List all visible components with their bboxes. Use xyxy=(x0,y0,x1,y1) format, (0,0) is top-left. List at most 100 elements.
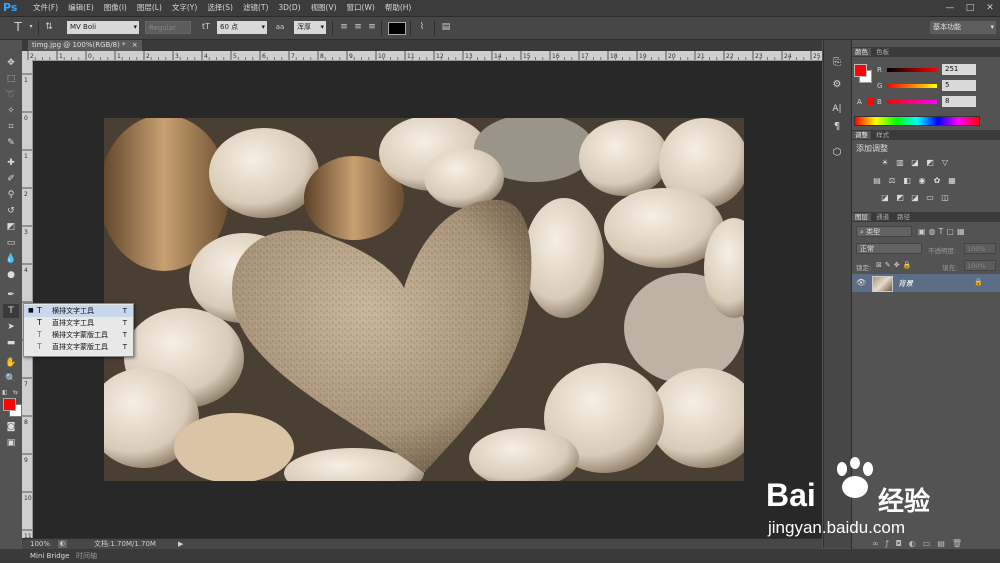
history-panel-icon[interactable]: ⎘ xyxy=(830,56,844,70)
tab-paths[interactable]: 路径 xyxy=(894,213,913,221)
document-image[interactable] xyxy=(104,118,744,481)
color-panel-foreground-swatch[interactable] xyxy=(854,64,867,77)
close-tab-icon[interactable]: × xyxy=(132,41,138,49)
channel-slider-b[interactable] xyxy=(887,100,937,104)
crop-tool-icon[interactable]: ⌗ xyxy=(3,120,19,134)
menu-image[interactable]: 图像(I) xyxy=(99,0,132,16)
blend-mode-select[interactable]: 正常 xyxy=(856,243,922,254)
maximize-button[interactable]: □ xyxy=(964,3,976,13)
menu-filter[interactable]: 滤镜(T) xyxy=(238,0,273,16)
opacity-field[interactable]: 100% xyxy=(964,243,996,254)
channel-value-r[interactable]: 251 xyxy=(942,64,976,75)
exposure-icon[interactable]: ◩ xyxy=(925,158,935,167)
workspace-select[interactable]: 基本功能 ▾ xyxy=(930,21,996,34)
dodge-tool-icon[interactable]: ● xyxy=(3,268,19,282)
character-panel-icon[interactable]: A| xyxy=(830,102,844,116)
toggle-orientation-icon[interactable]: ⇅ xyxy=(43,21,55,33)
menu-3d[interactable]: 3D(D) xyxy=(273,0,305,16)
marquee-tool-icon[interactable]: ⬚ xyxy=(3,72,19,86)
menu-help[interactable]: 帮助(H) xyxy=(380,0,417,16)
history-brush-tool-icon[interactable]: ↺ xyxy=(3,204,19,218)
gamut-color-chip[interactable] xyxy=(867,98,874,105)
flyout-item-horizontal-type-mask[interactable]: T 横排文字蒙版工具 T xyxy=(24,329,133,341)
close-button[interactable]: ✕ xyxy=(984,3,996,13)
font-size-select[interactable]: 60 点 ▾ xyxy=(217,21,267,34)
layer-filter-icons[interactable]: ▣◍T▢▦ xyxy=(918,227,968,236)
quick-mask-icon[interactable]: ◙ xyxy=(3,420,19,434)
selective-color-icon[interactable]: ◫ xyxy=(940,193,950,202)
channel-value-g[interactable]: 5 xyxy=(942,80,976,91)
type-tool-icon[interactable]: T xyxy=(3,304,19,318)
preset-dropdown-icon[interactable]: ▾ xyxy=(25,21,37,33)
channel-slider-g[interactable] xyxy=(887,84,937,88)
menu-edit[interactable]: 编辑(E) xyxy=(63,0,99,16)
color-spectrum-bar[interactable] xyxy=(854,116,980,126)
flyout-item-horizontal-type[interactable]: ■ T 横排文字工具 T xyxy=(24,305,133,317)
photo-filter-icon[interactable]: ◉ xyxy=(917,176,927,185)
swap-colors-icon[interactable]: ⇆ xyxy=(13,389,18,396)
lock-icons[interactable]: ⊠✎✥🔒 xyxy=(876,261,914,269)
default-colors-icon[interactable]: ◧ xyxy=(2,389,8,396)
visibility-eye-icon[interactable]: 👁 xyxy=(856,278,866,287)
gradient-tool-icon[interactable]: ▭ xyxy=(3,236,19,250)
threshold-icon[interactable]: ◪ xyxy=(910,193,920,202)
eraser-tool-icon[interactable]: ◩ xyxy=(3,220,19,234)
tab-channels[interactable]: 通道 xyxy=(873,213,892,221)
lasso-tool-icon[interactable]: ➰ xyxy=(3,88,19,102)
brush-tool-icon[interactable]: ✐ xyxy=(3,172,19,186)
actions-panel-icon[interactable]: ⚙ xyxy=(830,78,844,92)
brightness-contrast-icon[interactable]: ☀ xyxy=(880,158,890,167)
black-white-icon[interactable]: ◧ xyxy=(902,176,912,185)
color-lookup-icon[interactable]: ▦ xyxy=(947,176,957,185)
layer-filter-select[interactable]: ⌕ 类型 xyxy=(856,226,912,237)
curves-icon[interactable]: ◪ xyxy=(910,158,920,167)
channel-slider-r[interactable] xyxy=(887,68,937,72)
menu-window[interactable]: 窗口(W) xyxy=(342,0,380,16)
paragraph-panel-icon[interactable]: ¶ xyxy=(830,120,844,134)
text-color-swatch[interactable] xyxy=(388,22,406,35)
levels-icon[interactable]: ▥ xyxy=(895,158,905,167)
layer-row[interactable]: 👁 背景 🔒 xyxy=(852,274,1000,292)
move-tool-icon[interactable]: ✥ xyxy=(3,56,19,70)
type-tool-preset-icon[interactable]: T xyxy=(12,21,24,33)
hue-saturation-icon[interactable]: ▤ xyxy=(872,176,882,185)
tab-styles[interactable]: 样式 xyxy=(873,131,892,139)
tab-adjustments[interactable]: 调整 xyxy=(852,131,871,139)
path-selection-tool-icon[interactable]: ➤ xyxy=(3,320,19,334)
font-style-select[interactable]: Regular xyxy=(145,21,191,34)
healing-brush-tool-icon[interactable]: ✚ xyxy=(3,156,19,170)
foreground-color-swatch[interactable] xyxy=(3,398,16,411)
menu-view[interactable]: 视图(V) xyxy=(306,0,342,16)
align-right-icon[interactable]: ≡ xyxy=(366,21,378,33)
magic-wand-tool-icon[interactable]: ✧ xyxy=(3,104,19,118)
minimize-button[interactable]: — xyxy=(944,3,956,13)
hand-tool-icon[interactable]: ✋ xyxy=(3,356,19,370)
menu-layer[interactable]: 图层(L) xyxy=(132,0,167,16)
tab-mini-bridge[interactable]: Mini Bridge xyxy=(30,549,69,563)
document-tab[interactable]: timg.jpg @ 100%(RGB/8) * × xyxy=(28,40,142,51)
fill-field[interactable]: 100% xyxy=(964,260,996,271)
align-center-icon[interactable]: ≡ xyxy=(352,21,364,33)
shape-tool-icon[interactable]: ▬ xyxy=(3,336,19,350)
status-menu-icon[interactable]: ◐ xyxy=(58,540,67,548)
zoom-tool-icon[interactable]: 🔍 xyxy=(3,372,19,386)
color-balance-icon[interactable]: ⚖ xyxy=(887,176,897,185)
character-panel-icon[interactable]: ▤ xyxy=(440,21,452,33)
tab-color[interactable]: 颜色 xyxy=(852,48,871,56)
menu-type[interactable]: 文字(Y) xyxy=(167,0,202,16)
menu-select[interactable]: 选择(S) xyxy=(202,0,238,16)
gradient-map-icon[interactable]: ▭ xyxy=(925,193,935,202)
tab-swatches[interactable]: 色板 xyxy=(873,48,892,56)
3d-panel-icon[interactable]: ⬡ xyxy=(830,146,844,160)
channel-value-b[interactable]: 8 xyxy=(942,96,976,107)
blur-tool-icon[interactable]: 💧 xyxy=(3,252,19,266)
pen-tool-icon[interactable]: ✒ xyxy=(3,288,19,302)
clone-stamp-tool-icon[interactable]: ⚲ xyxy=(3,188,19,202)
screen-mode-icon[interactable]: ▣ xyxy=(3,436,19,450)
tab-layers[interactable]: 图层 xyxy=(852,213,871,221)
antialias-select[interactable]: 浑厚 ▾ xyxy=(294,21,326,34)
flyout-item-vertical-type-mask[interactable]: T 直排文字蒙版工具 T xyxy=(24,341,133,353)
eyedropper-tool-icon[interactable]: ✎ xyxy=(3,136,19,150)
align-left-icon[interactable]: ≡ xyxy=(338,21,350,33)
font-family-select[interactable]: MV Boli ▾ xyxy=(67,21,139,34)
